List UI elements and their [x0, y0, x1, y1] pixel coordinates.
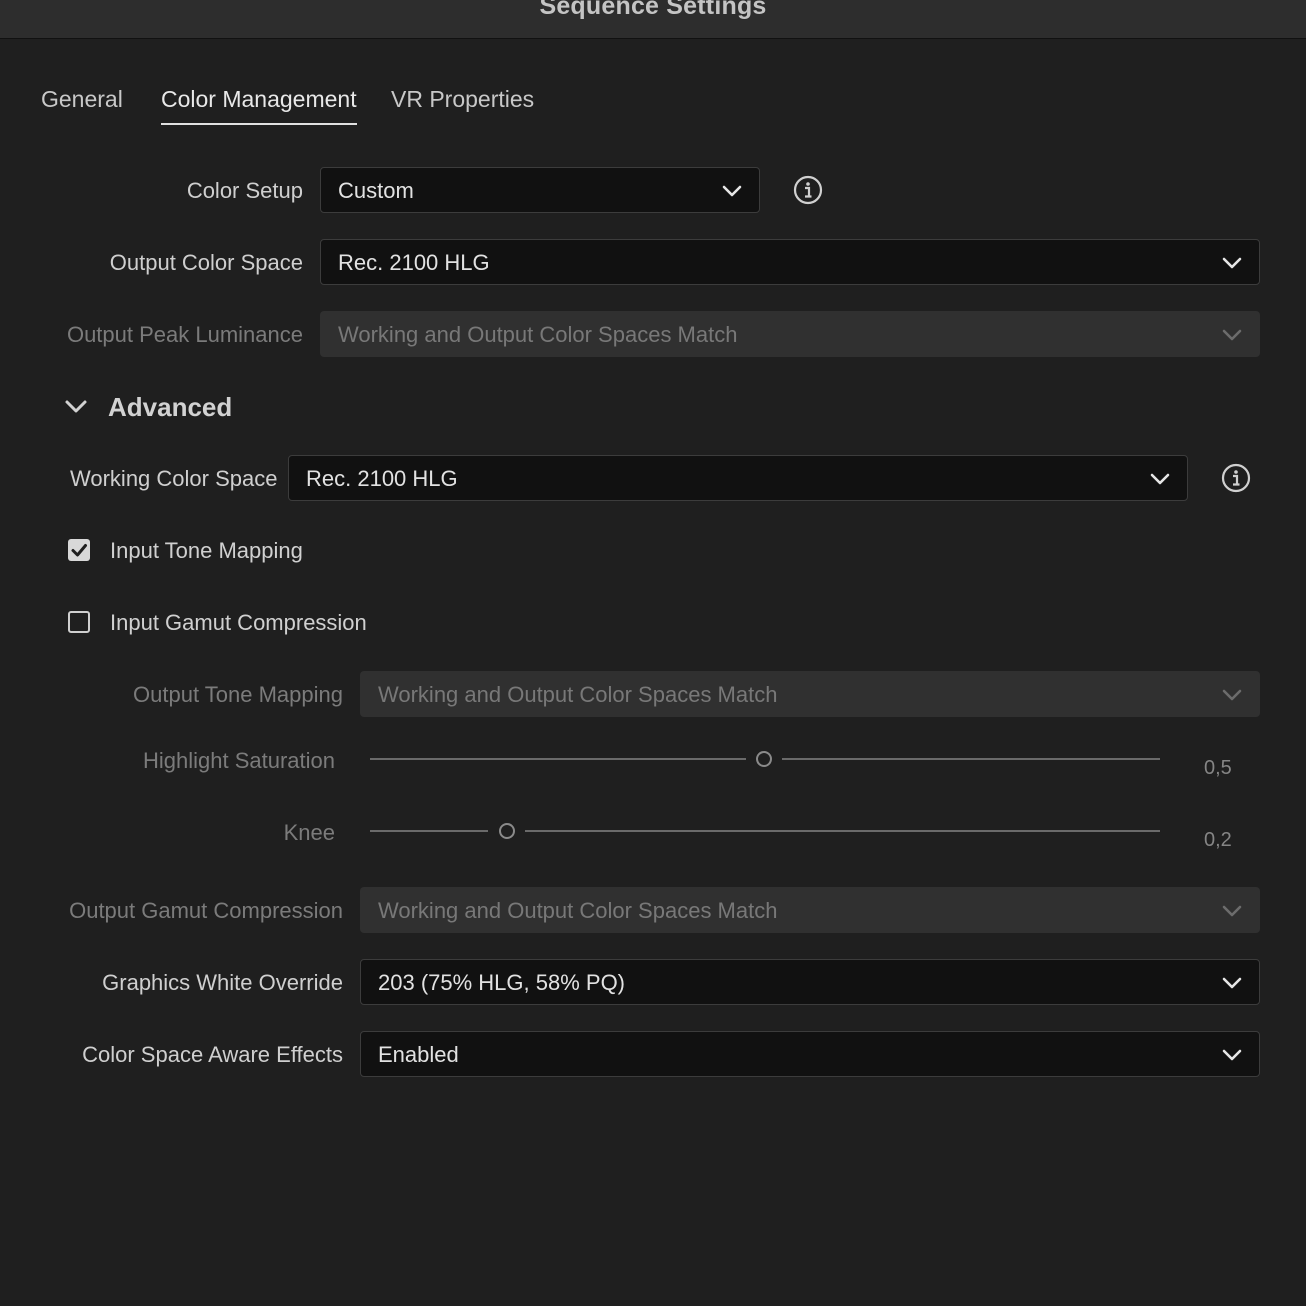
- advanced-section-title[interactable]: Advanced: [108, 392, 232, 423]
- checkmark-icon: [71, 544, 87, 557]
- working-color-space-value: Rec. 2100 HLG: [306, 466, 458, 491]
- chevron-down-icon: [1221, 972, 1243, 994]
- color-setup-value: Custom: [338, 178, 414, 203]
- highlight-saturation-track-right: [782, 758, 1160, 760]
- knee-track-left: [370, 830, 488, 832]
- color-setup-dropdown[interactable]: Custom: [320, 167, 760, 213]
- tab-general[interactable]: General: [41, 86, 123, 113]
- color-space-aware-effects-value: Enabled: [378, 1042, 459, 1067]
- input-tone-mapping-checkbox[interactable]: [68, 539, 90, 561]
- output-tone-mapping-label: Output Tone Mapping: [133, 682, 343, 707]
- chevron-down-icon: [1221, 1044, 1243, 1066]
- output-gamut-compression-label: Output Gamut Compression: [69, 898, 343, 923]
- chevron-down-icon: [1221, 252, 1243, 274]
- graphics-white-override-value: 203 (75% HLG, 58% PQ): [378, 970, 626, 995]
- input-tone-mapping-label[interactable]: Input Tone Mapping: [110, 538, 303, 564]
- output-gamut-compression-dropdown: Working and Output Color Spaces Match: [360, 887, 1260, 933]
- color-space-aware-effects-dropdown[interactable]: Enabled: [360, 1031, 1260, 1077]
- output-tone-mapping-dropdown: Working and Output Color Spaces Match: [360, 671, 1260, 717]
- input-gamut-compression-label[interactable]: Input Gamut Compression: [110, 610, 367, 636]
- chevron-down-icon: [1221, 684, 1243, 706]
- knee-label: Knee: [283, 820, 335, 845]
- chevron-down-icon: [1221, 900, 1243, 922]
- knee-track-right: [525, 830, 1160, 832]
- highlight-saturation-value: 0,5: [1204, 757, 1232, 779]
- chevron-down-icon[interactable]: [64, 392, 88, 425]
- info-icon[interactable]: [793, 175, 823, 205]
- working-color-space-dropdown[interactable]: Rec. 2100 HLG: [288, 455, 1188, 501]
- info-icon[interactable]: [1221, 463, 1251, 493]
- highlight-saturation-label: Highlight Saturation: [142, 748, 335, 773]
- tab-color-management[interactable]: Color Management: [161, 86, 357, 125]
- output-color-space-value: Rec. 2100 HLG: [338, 250, 490, 275]
- output-peak-luminance-label: Output Peak Luminance: [66, 322, 303, 347]
- output-tone-mapping-value: Working and Output Color Spaces Match: [378, 682, 778, 707]
- chevron-down-icon: [1149, 468, 1171, 490]
- chevron-down-icon: [1221, 324, 1243, 346]
- chevron-down-icon: [721, 180, 743, 202]
- title-bar: Sequence Settings: [0, 0, 1306, 39]
- knee-slider-thumb[interactable]: [499, 823, 515, 839]
- output-color-space-label: Output Color Space: [109, 250, 303, 275]
- color-setup-label: Color Setup: [186, 178, 303, 203]
- output-gamut-compression-value: Working and Output Color Spaces Match: [378, 898, 778, 923]
- input-gamut-compression-checkbox[interactable]: [68, 611, 90, 633]
- tab-vr-properties[interactable]: VR Properties: [391, 86, 534, 113]
- tab-bar: General Color Management VR Properties: [0, 82, 1306, 132]
- working-color-space-label: Working Color Space: [70, 466, 278, 491]
- output-peak-luminance-value: Working and Output Color Spaces Match: [338, 322, 738, 347]
- graphics-white-override-dropdown[interactable]: 203 (75% HLG, 58% PQ): [360, 959, 1260, 1005]
- highlight-saturation-slider-thumb[interactable]: [756, 751, 772, 767]
- graphics-white-override-label: Graphics White Override: [102, 970, 343, 995]
- output-color-space-dropdown[interactable]: Rec. 2100 HLG: [320, 239, 1260, 285]
- window-title: Sequence Settings: [539, 0, 767, 20]
- knee-value: 0,2: [1204, 829, 1232, 851]
- highlight-saturation-track-left: [370, 758, 746, 760]
- color-space-aware-effects-label: Color Space Aware Effects: [82, 1042, 343, 1067]
- output-peak-luminance-dropdown: Working and Output Color Spaces Match: [320, 311, 1260, 357]
